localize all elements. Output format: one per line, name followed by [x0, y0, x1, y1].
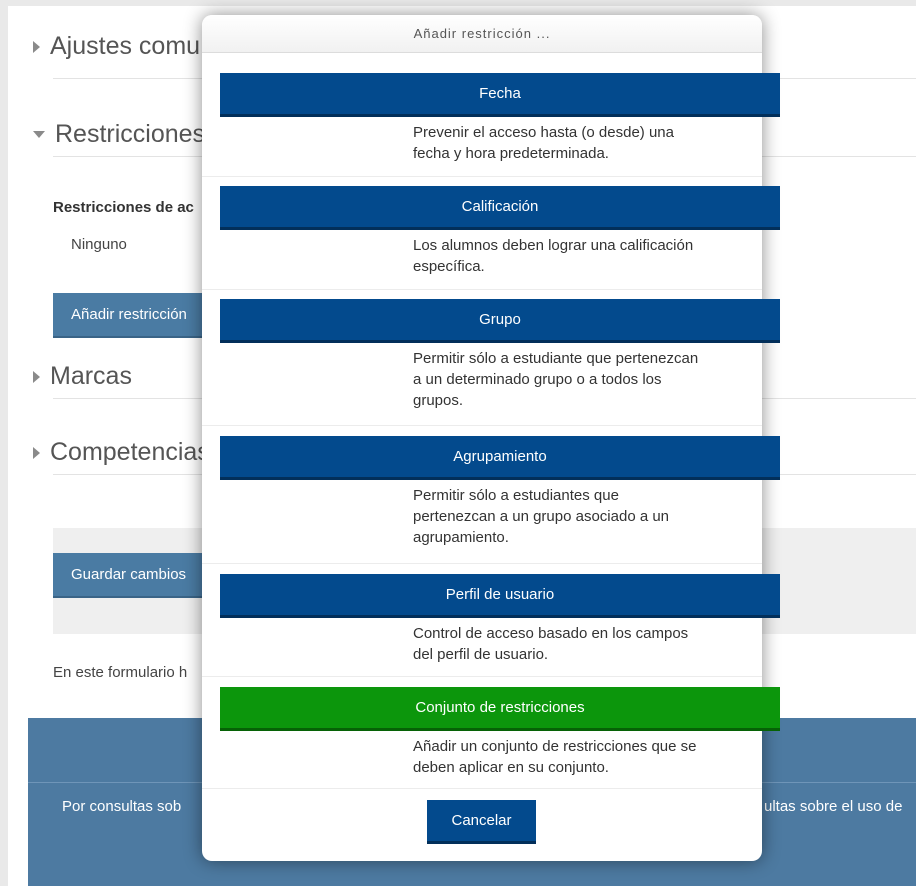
option-calificacion-button[interactable]: Calificación — [220, 186, 780, 230]
expand-icon — [33, 370, 40, 383]
collapse-icon — [33, 131, 45, 138]
save-changes-button[interactable]: Guardar cambios — [53, 553, 205, 598]
form-note: En este formulario h — [53, 664, 188, 681]
restrictions-label: Restricciones de ac — [53, 199, 194, 216]
option-separator — [202, 563, 762, 564]
add-restriction-button[interactable]: Añadir restricción — [53, 293, 205, 338]
option-conjunto-restricciones-button[interactable]: Conjunto de restricciones — [220, 687, 780, 731]
expand-icon — [33, 40, 40, 53]
option-calificacion-description: Los alumnos deben lograr una calificació… — [413, 237, 694, 275]
cancel-button[interactable]: Cancelar — [427, 800, 536, 844]
section-label: Competencias — [50, 438, 210, 466]
option-grupo-description: Permitir sólo a estudiante que pertenezc… — [413, 350, 699, 409]
option-perfil-usuario-button[interactable]: Perfil de usuario — [220, 574, 780, 618]
footer-text-left: Por consultas sob — [62, 798, 182, 815]
footer-text-right: ultas sobre el uso de — [764, 798, 903, 815]
option-separator — [202, 425, 762, 426]
dialog-title: Añadir restricción ... — [202, 15, 762, 53]
option-fecha-button[interactable]: Fecha — [220, 73, 780, 117]
option-agrupamiento-description: Permitir sólo a estudiantes que pertenez… — [413, 487, 670, 546]
add-restriction-dialog: Añadir restricción ... Fecha Prevenir el… — [202, 15, 780, 861]
option-grupo-button[interactable]: Grupo — [220, 299, 780, 343]
option-fecha-description: Prevenir el acceso hasta (o desde) una f… — [413, 124, 674, 162]
section-label: Marcas — [50, 362, 132, 390]
expand-icon — [33, 446, 40, 459]
option-conjunto-restricciones-description: Añadir un conjunto de restricciones que … — [413, 738, 697, 776]
option-perfil-usuario-description: Control de acceso basado en los campos d… — [413, 625, 689, 663]
option-separator — [202, 176, 762, 177]
option-agrupamiento-button[interactable]: Agrupamiento — [220, 436, 780, 480]
restrictions-value: Ninguno — [71, 236, 127, 253]
option-separator — [202, 289, 762, 290]
option-separator — [202, 676, 762, 677]
option-separator — [202, 788, 762, 789]
section-label: Ajustes comu — [50, 32, 201, 60]
section-label: Restricciones — [55, 120, 206, 148]
